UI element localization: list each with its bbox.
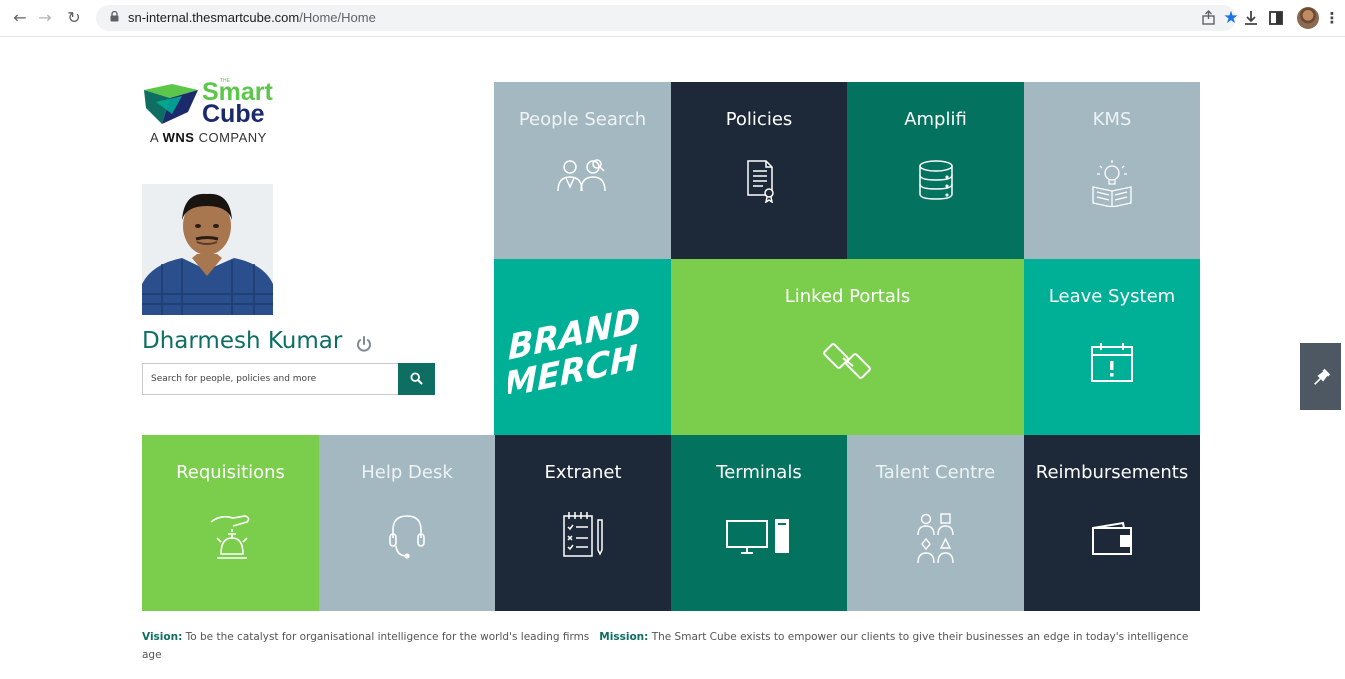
tile-kms[interactable]: KMS xyxy=(1024,82,1200,259)
tile-label: Reimbursements xyxy=(1035,462,1189,483)
user-name: Dharmesh Kumar xyxy=(142,328,343,354)
url-text: sn-internal.thesmartcube.com/Home/Home xyxy=(128,10,376,25)
pin-side-tab[interactable] xyxy=(1300,343,1341,410)
tile-label: Talent Centre xyxy=(875,462,996,483)
sidepanel-icon[interactable] xyxy=(1265,7,1287,29)
browser-toolbar: ← → ↻ sn-internal.thesmartcube.com/Home/… xyxy=(0,0,1345,37)
tile-people-search[interactable]: People Search xyxy=(494,82,671,259)
tile-help-desk[interactable]: Help Desk xyxy=(319,435,495,611)
back-icon[interactable]: ← xyxy=(8,6,32,30)
tile-terminals[interactable]: Terminals xyxy=(671,435,847,611)
wallet-icon xyxy=(1092,521,1132,555)
logo-wns-brand: WNS xyxy=(162,130,195,145)
tile-requisitions[interactable]: Requisitions xyxy=(142,435,319,611)
tile-label: Policies xyxy=(725,109,793,130)
tile-linked-portals[interactable]: Linked Portals xyxy=(671,259,1024,435)
smart-cube-logo[interactable]: THE Smart Cube A WNS COMPANY xyxy=(142,78,292,150)
search-icon xyxy=(410,372,423,385)
forward-icon[interactable]: → xyxy=(33,6,57,30)
document-icon xyxy=(747,160,774,203)
people-icon xyxy=(556,159,606,192)
logo-mark-icon xyxy=(144,84,198,124)
tile-label: People Search xyxy=(518,109,647,130)
tile-label: Terminals xyxy=(716,462,802,483)
computer-icon xyxy=(726,519,789,554)
url-host: sn-internal.thesmartcube.com xyxy=(128,10,300,25)
checklist-icon xyxy=(563,512,603,557)
mission-label: Mission: xyxy=(599,631,649,643)
vision-mission-text: Vision: To be the catalyst for organisat… xyxy=(142,628,1202,664)
calendar-icon xyxy=(1091,343,1133,382)
search-input[interactable] xyxy=(142,363,398,395)
logo-company-text: A WNS COMPANY xyxy=(150,130,267,145)
menu-icon[interactable]: ⋮ xyxy=(1321,7,1343,29)
search-button[interactable] xyxy=(398,363,435,395)
logo-cube-text: Cube xyxy=(202,100,265,128)
tile-label: Requisitions xyxy=(176,462,285,483)
org-people-icon xyxy=(916,513,954,564)
logo-company-suffix: COMPANY xyxy=(198,130,267,145)
tile-label: KMS xyxy=(1092,109,1132,130)
brand-merch-logo: BRAND MERCH xyxy=(508,304,640,394)
tile-label: Leave System xyxy=(1048,286,1176,307)
power-icon[interactable] xyxy=(355,335,373,353)
profile-avatar[interactable] xyxy=(1297,7,1319,29)
tile-policies[interactable]: Policies xyxy=(671,82,847,259)
star-icon[interactable]: ★ xyxy=(1221,8,1241,28)
tile-label: Help Desk xyxy=(361,462,453,483)
tile-label: Linked Portals xyxy=(784,286,911,307)
tile-brand-merch[interactable]: BRAND MERCH xyxy=(494,259,671,435)
tile-talent-centre[interactable]: Talent Centre xyxy=(847,435,1024,611)
link-icon xyxy=(822,343,871,379)
lock-icon xyxy=(110,11,119,22)
share-icon[interactable] xyxy=(1199,8,1219,28)
address-bar[interactable]: sn-internal.thesmartcube.com/Home/Home ★ xyxy=(96,5,1239,31)
logo-company-prefix: A xyxy=(150,130,159,145)
pin-icon xyxy=(1314,368,1331,385)
tile-leave-system[interactable]: Leave System xyxy=(1024,259,1200,435)
profile-photo xyxy=(142,184,273,315)
tile-label: Extranet xyxy=(544,462,622,483)
reload-icon[interactable]: ↻ xyxy=(62,6,86,30)
lightbulb-book-icon xyxy=(1092,160,1132,207)
vision-label: Vision: xyxy=(142,631,183,643)
headset-icon xyxy=(389,515,425,559)
url-path: /Home/Home xyxy=(299,10,376,25)
vision-text: To be the catalyst for organisational in… xyxy=(185,631,590,643)
tile-label: Amplifi xyxy=(904,109,967,130)
tile-extranet[interactable]: Extranet xyxy=(495,435,671,611)
tile-reimbursements[interactable]: Reimbursements xyxy=(1024,435,1200,611)
download-icon[interactable] xyxy=(1240,7,1262,29)
tile-amplifi[interactable]: Amplifi xyxy=(847,82,1024,259)
service-bell-icon xyxy=(210,515,249,559)
database-icon xyxy=(918,160,953,200)
